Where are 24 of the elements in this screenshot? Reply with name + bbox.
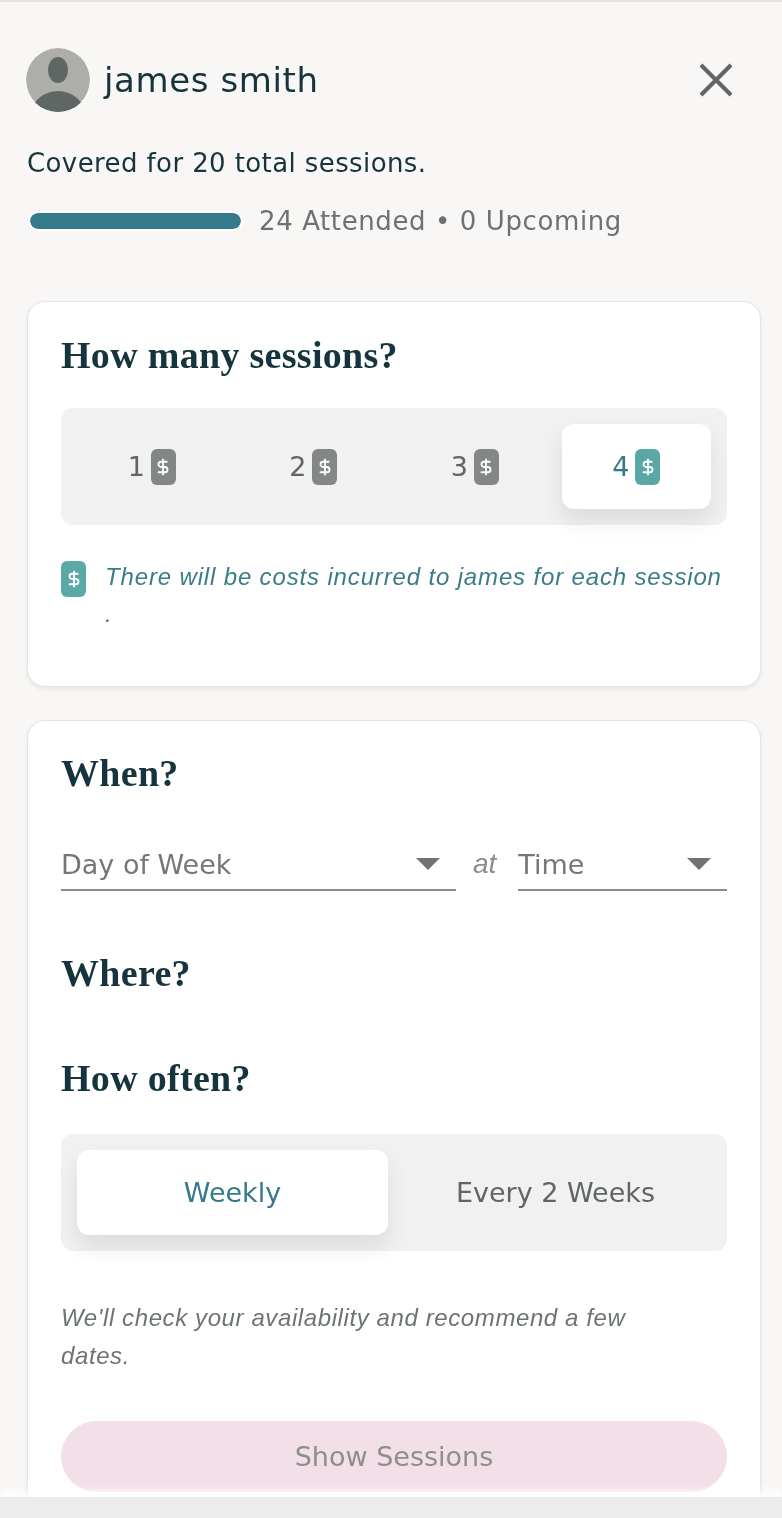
time-dropdown[interactable]: Time [518,839,727,891]
frequency-option[interactable]: Every 2 Weeks [400,1150,711,1235]
section-title: How often? [61,1057,252,1099]
avatar-icon [26,48,90,112]
at-label: at [473,847,497,881]
section-title: When? [61,752,180,794]
card-title: How many sessions? [61,334,399,376]
day-of-week-dropdown[interactable]: Day of Week [61,839,456,891]
availability-hint: We'll check your availability and recommend a few dates. [61,1303,627,1371]
close-button[interactable] [699,63,733,97]
caret-icon [416,858,440,870]
session-count-option[interactable]: 4 [561,424,711,509]
section-title: Where? [61,952,192,994]
dollar-badge-icon [61,561,86,597]
session-count-option[interactable]: 3 [400,424,550,509]
coverage-summary: Covered for 20 total sessions. [27,147,428,179]
session-count-option[interactable]: 2 [238,424,388,509]
user-name: james smith [104,59,319,101]
session-counts: 24 Attended • 0 Upcoming [259,206,622,236]
close-icon [699,63,733,97]
session-count-option[interactable]: 1 [77,424,227,509]
caret-icon [687,858,711,870]
cost-note: There will be costs incurred to james for each session . [105,562,722,629]
frequency-option[interactable]: Weekly [77,1150,388,1235]
